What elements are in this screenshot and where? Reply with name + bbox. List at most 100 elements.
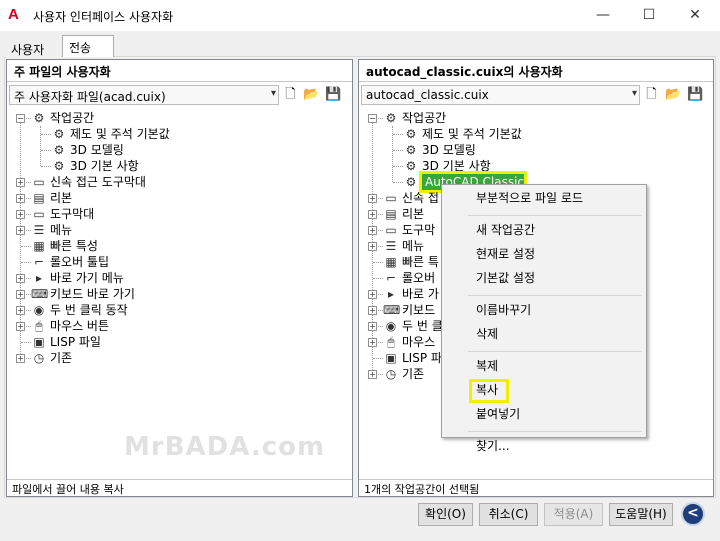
lisp-icon: ▣	[33, 335, 45, 349]
new-file-icon[interactable]: 🗋	[643, 86, 660, 103]
tree-node[interactable]: ⚙ 3D 모델링	[367, 142, 667, 158]
gear-icon: ⚙	[53, 143, 65, 157]
expand-icon[interactable]: +	[368, 210, 377, 219]
tree-node-label: 마우스	[402, 335, 436, 349]
context-menu-item[interactable]: 이름바꾸기	[476, 300, 531, 320]
tree-node[interactable]: + ◷ 기존	[15, 350, 315, 366]
workspace-icon: ⚙	[33, 111, 45, 125]
menu-icon: ☰	[33, 223, 45, 237]
keyboard-icon: ⌨	[31, 287, 49, 301]
menu-separator	[468, 431, 642, 432]
tree-node-label: 리본	[402, 207, 425, 221]
tree-node[interactable]: + ▭ 도구막대	[15, 206, 315, 222]
tree-node-label: 바로 가	[402, 287, 439, 301]
cancel-button[interactable]: 취소(C)	[479, 503, 538, 526]
legacy-icon: ◷	[33, 351, 45, 365]
expand-icon[interactable]: +	[368, 338, 377, 347]
left-file-combo-value: 주 사용자화 파일(acad.cuix)	[14, 90, 166, 104]
save-icon[interactable]: 💾	[325, 86, 342, 103]
tree-node[interactable]: + ⌨ 키보드 바로 가기	[15, 286, 315, 302]
tab-transfer[interactable]: 전송	[62, 35, 114, 57]
expand-icon[interactable]: +	[368, 290, 377, 299]
tree-node[interactable]: − ⚙ 작업공간	[15, 110, 315, 126]
expand-icon[interactable]: +	[368, 322, 377, 331]
mouse-icon: 🖱	[387, 335, 395, 349]
tree-node-label: 신속 접	[402, 191, 439, 205]
tab-customize[interactable]: 사용자화	[4, 37, 61, 74]
help-button[interactable]: 도움말(H)	[609, 503, 673, 526]
expand-icon[interactable]: +	[368, 194, 377, 203]
chevron-down-icon: ▾	[631, 88, 637, 99]
collapse-icon[interactable]: −	[16, 114, 25, 123]
tree-node[interactable]: ⚙ 제도 및 주석 기본값	[367, 126, 667, 142]
tree-node[interactable]: + 🖱 마우스 버튼	[15, 318, 315, 334]
tree-node-label: 메뉴	[50, 223, 73, 237]
tree-node-label: 빠른 특성	[50, 239, 98, 253]
tree-node-label: 리본	[50, 191, 73, 205]
context-menu-item[interactable]: 붙여넣기	[476, 404, 520, 424]
context-menu-item[interactable]: 찾기...	[476, 436, 510, 456]
ok-button[interactable]: 확인(O)	[418, 503, 473, 526]
tree-node[interactable]: ▣ LISP 파일	[15, 334, 315, 350]
back-arrow-icon[interactable]: <	[681, 502, 705, 526]
minimize-button[interactable]: —	[580, 0, 626, 31]
open-folder-icon[interactable]: 📂	[303, 86, 320, 103]
expand-icon[interactable]: +	[368, 306, 377, 315]
title-bar: A 사용자 인터페이스 사용자화 — ☐ ✕	[0, 0, 720, 31]
context-menu-item[interactable]: 현재로 설정	[476, 244, 535, 264]
context-menu-item[interactable]: 새 작업공간	[476, 220, 535, 240]
apply-button[interactable]: 적용(A)	[544, 503, 603, 526]
tree-guide-line	[41, 166, 51, 167]
expand-icon[interactable]: +	[16, 354, 25, 363]
save-icon[interactable]: 💾	[687, 86, 704, 103]
expand-icon[interactable]: +	[368, 370, 377, 379]
tree-node-label: 메뉴	[402, 239, 425, 253]
right-file-toolbar: autocad_classic.cuix ▾ 🗋 📂 💾	[359, 84, 713, 106]
expand-icon[interactable]: +	[16, 210, 25, 219]
new-file-icon[interactable]: 🗋	[282, 86, 299, 103]
keyboard-icon: ⌨	[383, 303, 401, 317]
context-menu-item[interactable]: 부분적으로 파일 로드	[476, 188, 583, 208]
tree-node[interactable]: + ▤ 리본	[15, 190, 315, 206]
expand-icon[interactable]: +	[16, 306, 25, 315]
open-folder-icon[interactable]: 📂	[665, 86, 682, 103]
expand-icon[interactable]: +	[368, 226, 377, 235]
tree-node[interactable]: ⌐ 롤오버 툴팁	[15, 254, 315, 270]
tree-node-label: 작업공간	[50, 111, 95, 125]
tree-node[interactable]: + ▭ 신속 접근 도구막대	[15, 174, 315, 190]
context-menu-item[interactable]: 복제	[476, 356, 498, 376]
maximize-button[interactable]: ☐	[626, 0, 672, 31]
expand-icon[interactable]: +	[16, 194, 25, 203]
collapse-icon[interactable]: −	[368, 114, 377, 123]
expand-icon[interactable]: +	[368, 242, 377, 251]
tree-node[interactable]: ⚙ 3D 모델링	[15, 142, 315, 158]
expand-icon[interactable]: +	[16, 178, 25, 187]
menu-separator	[468, 215, 642, 216]
tree-guide-line	[393, 134, 403, 135]
tree-node[interactable]: + ◉ 두 번 클릭 동작	[15, 302, 315, 318]
expand-icon[interactable]: +	[16, 274, 25, 283]
left-file-combo[interactable]: 주 사용자화 파일(acad.cuix) ▾	[9, 85, 279, 105]
tree-node[interactable]: − ⚙ 작업공간	[367, 110, 667, 126]
tree-node[interactable]: ⚙ 제도 및 주석 기본값	[15, 126, 315, 142]
menu-item-highlight	[469, 379, 509, 403]
tree-node-label: LISP 파	[402, 351, 442, 365]
expand-icon[interactable]: +	[16, 322, 25, 331]
tree-node-label: 기존	[50, 351, 73, 365]
tree-node[interactable]: + ▸ 바로 가기 메뉴	[15, 270, 315, 286]
tree-node[interactable]: ▦ 빠른 특성	[15, 238, 315, 254]
tree-node[interactable]: ⚙ 3D 기본 사항	[15, 158, 315, 174]
context-menu-item[interactable]: 삭제	[476, 324, 498, 344]
tree-node[interactable]: + ☰ 메뉴	[15, 222, 315, 238]
close-button[interactable]: ✕	[672, 0, 718, 31]
tree-node-label: 키보드	[402, 303, 436, 317]
tree-guide-line	[393, 166, 403, 167]
context-menu-item[interactable]: 기본값 설정	[476, 268, 535, 288]
expand-icon[interactable]: +	[16, 226, 25, 235]
menu-separator	[468, 351, 642, 352]
right-pane-header: autocad_classic.cuix의 사용자화	[359, 60, 713, 82]
tree-guide-line	[41, 150, 51, 151]
expand-icon[interactable]: +	[16, 290, 25, 299]
gear-icon: ⚙	[405, 175, 417, 189]
right-file-combo[interactable]: autocad_classic.cuix ▾	[361, 85, 640, 105]
